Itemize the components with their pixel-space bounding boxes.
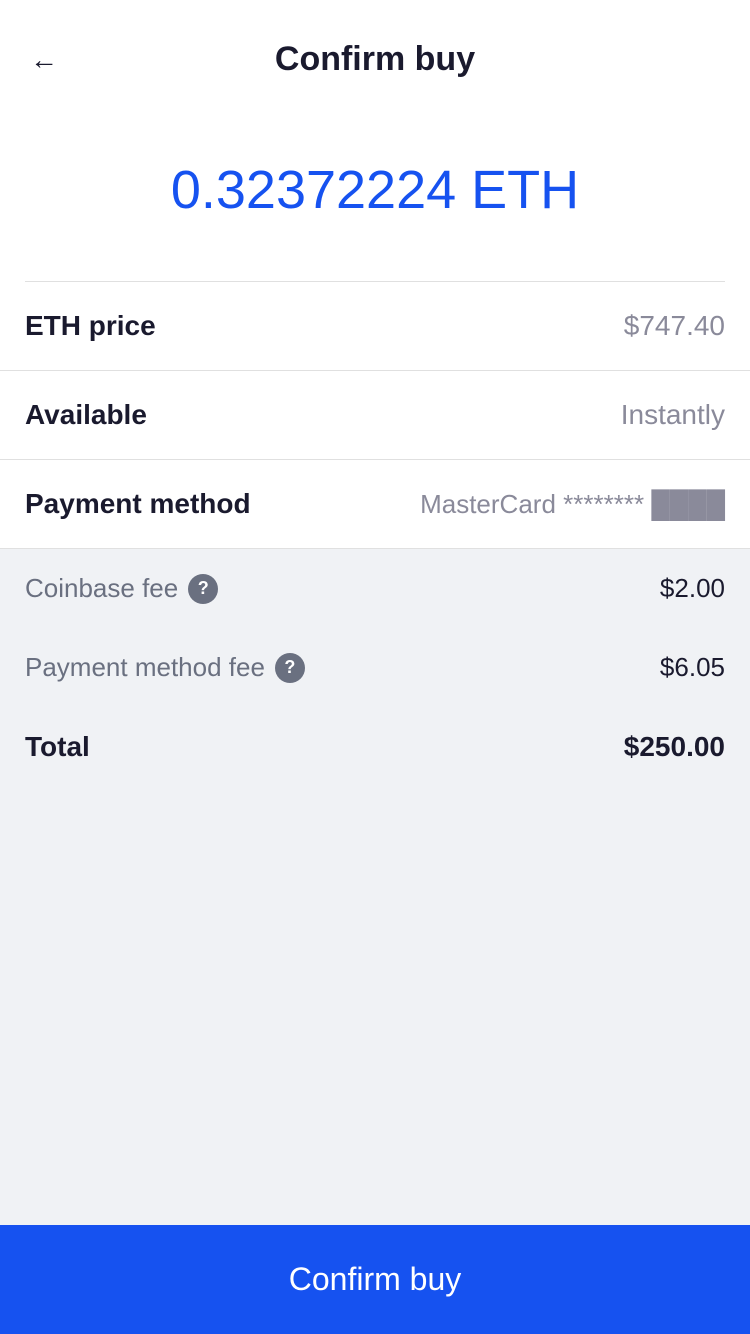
confirm-buy-button[interactable]: Confirm buy (0, 1225, 750, 1334)
confirm-button-container: Confirm buy (0, 1225, 750, 1334)
payment-fee-row: Payment method fee ? $6.05 (0, 628, 750, 707)
back-arrow-icon: ← (30, 44, 58, 76)
available-value: Instantly (621, 399, 725, 431)
payment-method-row[interactable]: Payment method MasterCard ******** ████ (0, 460, 750, 549)
available-label: Available (25, 399, 147, 431)
fees-section: Coinbase fee ? $2.00 Payment method fee … (0, 549, 750, 1006)
page-title: Confirm buy (275, 40, 475, 79)
payment-fee-value: $6.05 (660, 652, 725, 683)
eth-price-label: ETH price (25, 310, 156, 342)
details-section: ETH price $747.40 Available Instantly Pa… (0, 282, 750, 549)
eth-price-row: ETH price $747.40 (0, 282, 750, 371)
spacer (0, 1006, 750, 1225)
available-row: Available Instantly (0, 371, 750, 460)
total-label: Total (25, 731, 90, 763)
coinbase-fee-row: Coinbase fee ? $2.00 (0, 549, 750, 628)
payment-method-label: Payment method (25, 488, 251, 520)
total-value: $250.00 (624, 731, 725, 763)
coinbase-fee-value: $2.00 (660, 573, 725, 604)
coinbase-fee-label: Coinbase fee ? (25, 573, 218, 604)
header: ← Confirm buy (0, 0, 750, 109)
payment-fee-help-icon[interactable]: ? (275, 653, 305, 683)
back-button[interactable]: ← (30, 44, 58, 76)
eth-price-value: $747.40 (624, 310, 725, 342)
amount-section: 0.32372224 ETH (0, 109, 750, 281)
payment-method-value: MasterCard ******** ████ (420, 489, 725, 520)
payment-fee-label: Payment method fee ? (25, 652, 305, 683)
coinbase-fee-help-icon[interactable]: ? (188, 574, 218, 604)
total-row: Total $250.00 (0, 707, 750, 787)
crypto-amount: 0.32372224 ETH (171, 159, 579, 221)
